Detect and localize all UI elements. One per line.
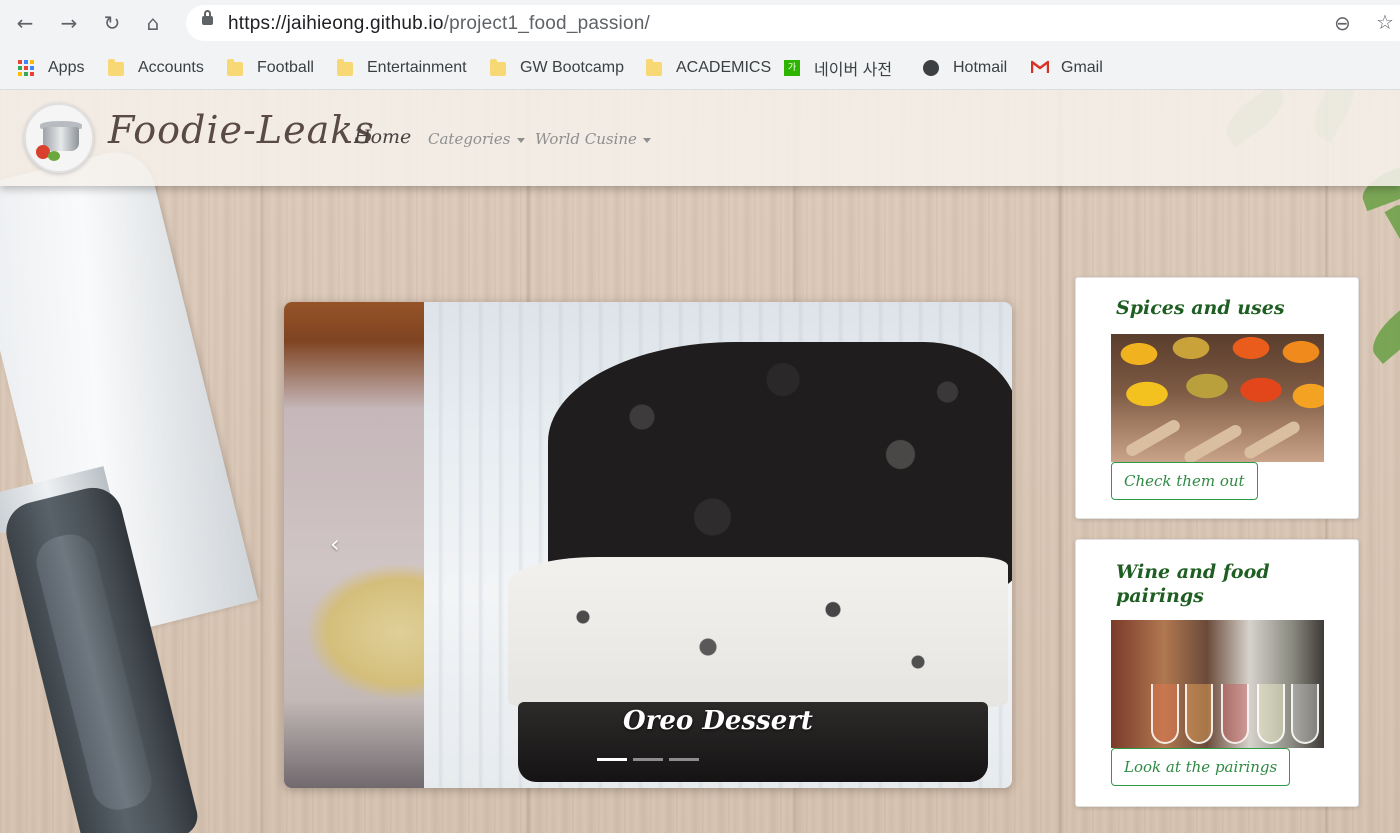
carousel-indicator[interactable] bbox=[669, 758, 699, 761]
previous-slide-image bbox=[284, 302, 424, 788]
bookmark-label: ACADEMICS bbox=[676, 59, 772, 76]
nav-world-cuisine-label: World Cusine bbox=[535, 130, 637, 148]
herb-leaf-image bbox=[1363, 296, 1400, 364]
check-them-out-button[interactable]: Check them out bbox=[1111, 462, 1258, 500]
spices-photo bbox=[1111, 334, 1324, 466]
look-at-pairings-button[interactable]: Look at the pairings bbox=[1111, 748, 1291, 786]
url-path: /project1_food_passion/ bbox=[443, 13, 650, 34]
bookmark-apps[interactable]: Apps bbox=[18, 57, 84, 79]
carousel-indicators bbox=[597, 758, 699, 761]
site-navbar: Foodie-Leaks Home Categories World Cusin… bbox=[0, 90, 1400, 186]
home-button[interactable]: ⌂ bbox=[140, 10, 166, 36]
bookmark-academics[interactable]: ACADEMICS bbox=[646, 57, 771, 79]
apps-grid-icon bbox=[18, 60, 34, 76]
site-logo[interactable] bbox=[24, 103, 94, 173]
card-title: Spices and uses bbox=[1116, 297, 1285, 319]
bookmark-label: Entertainment bbox=[367, 59, 467, 76]
bookmark-label: GW Bootcamp bbox=[520, 59, 625, 76]
globe-icon bbox=[923, 60, 939, 76]
reload-button[interactable]: ↻ bbox=[99, 10, 125, 36]
bookmark-star-icon[interactable]: ☆ bbox=[1376, 10, 1394, 34]
folder-icon bbox=[490, 59, 506, 76]
bookmark-football[interactable]: Football bbox=[227, 57, 314, 79]
nav-categories-label: Categories bbox=[428, 130, 511, 148]
bookmark-label: Gmail bbox=[1061, 59, 1103, 76]
address-bar[interactable]: https://jaihieong.github.io/project1_foo… bbox=[186, 5, 1400, 41]
browser-toolbar: ← → ↻ ⌂ https://jaihieong.github.io/proj… bbox=[0, 0, 1400, 46]
bookmark-label: 네이버 사전 bbox=[814, 62, 893, 79]
bookmarks-bar: Apps Accounts Football Entertainment GW … bbox=[0, 46, 1400, 90]
page-background: Foodie-Leaks Home Categories World Cusin… bbox=[0, 90, 1400, 833]
nav-home-link[interactable]: Home bbox=[354, 126, 411, 148]
carousel-indicator[interactable] bbox=[633, 758, 663, 761]
caret-down-icon bbox=[516, 137, 525, 143]
folder-icon bbox=[108, 59, 124, 76]
card-title: Wine and food pairings bbox=[1116, 561, 1270, 607]
carousel-caption: Oreo Dessert bbox=[623, 706, 813, 736]
brand-title[interactable]: Foodie-Leaks bbox=[108, 108, 375, 152]
image-carousel[interactable]: ‹ Oreo Dessert bbox=[284, 302, 1012, 788]
carousel-indicator[interactable] bbox=[597, 758, 627, 761]
folder-icon bbox=[337, 59, 353, 76]
forward-button[interactable]: → bbox=[56, 10, 82, 36]
spices-card: Spices and uses Check them out bbox=[1075, 277, 1359, 519]
bookmark-gw-bootcamp[interactable]: GW Bootcamp bbox=[490, 57, 624, 79]
folder-icon bbox=[646, 59, 662, 76]
naver-icon: 가 bbox=[784, 60, 800, 76]
wine-card: Wine and food pairings Look at the pairi… bbox=[1075, 539, 1359, 807]
zoom-icon[interactable]: ⊖ bbox=[1334, 11, 1351, 35]
nav-categories-dropdown[interactable]: Categories bbox=[428, 130, 525, 148]
bookmark-label: Football bbox=[257, 59, 314, 76]
wine-photo bbox=[1111, 620, 1324, 748]
carousel-prev-icon[interactable]: ‹ bbox=[330, 530, 340, 558]
folder-icon bbox=[227, 59, 243, 76]
bookmark-label: Accounts bbox=[138, 59, 204, 76]
bookmark-label: Apps bbox=[48, 59, 85, 76]
bookmark-entertainment[interactable]: Entertainment bbox=[337, 57, 467, 79]
caret-down-icon bbox=[642, 137, 651, 143]
url-host: https://jaihieong.github.io bbox=[228, 13, 444, 34]
bookmark-label: Hotmail bbox=[953, 59, 1008, 76]
lock-icon bbox=[202, 10, 213, 25]
back-button[interactable]: ← bbox=[12, 10, 38, 36]
bookmark-gmail[interactable]: Gmail bbox=[1030, 57, 1103, 79]
gmail-icon bbox=[1030, 60, 1050, 76]
nav-world-cuisine-dropdown[interactable]: World Cusine bbox=[535, 130, 651, 148]
bookmark-hotmail[interactable]: Hotmail bbox=[923, 57, 1007, 79]
herb-leaf-image bbox=[1384, 197, 1400, 273]
bookmark-naver-dictionary[interactable]: 가 네이버 사전 bbox=[784, 57, 892, 79]
bookmark-accounts[interactable]: Accounts bbox=[108, 57, 204, 79]
url-text[interactable]: https://jaihieong.github.io/project1_foo… bbox=[228, 13, 650, 35]
